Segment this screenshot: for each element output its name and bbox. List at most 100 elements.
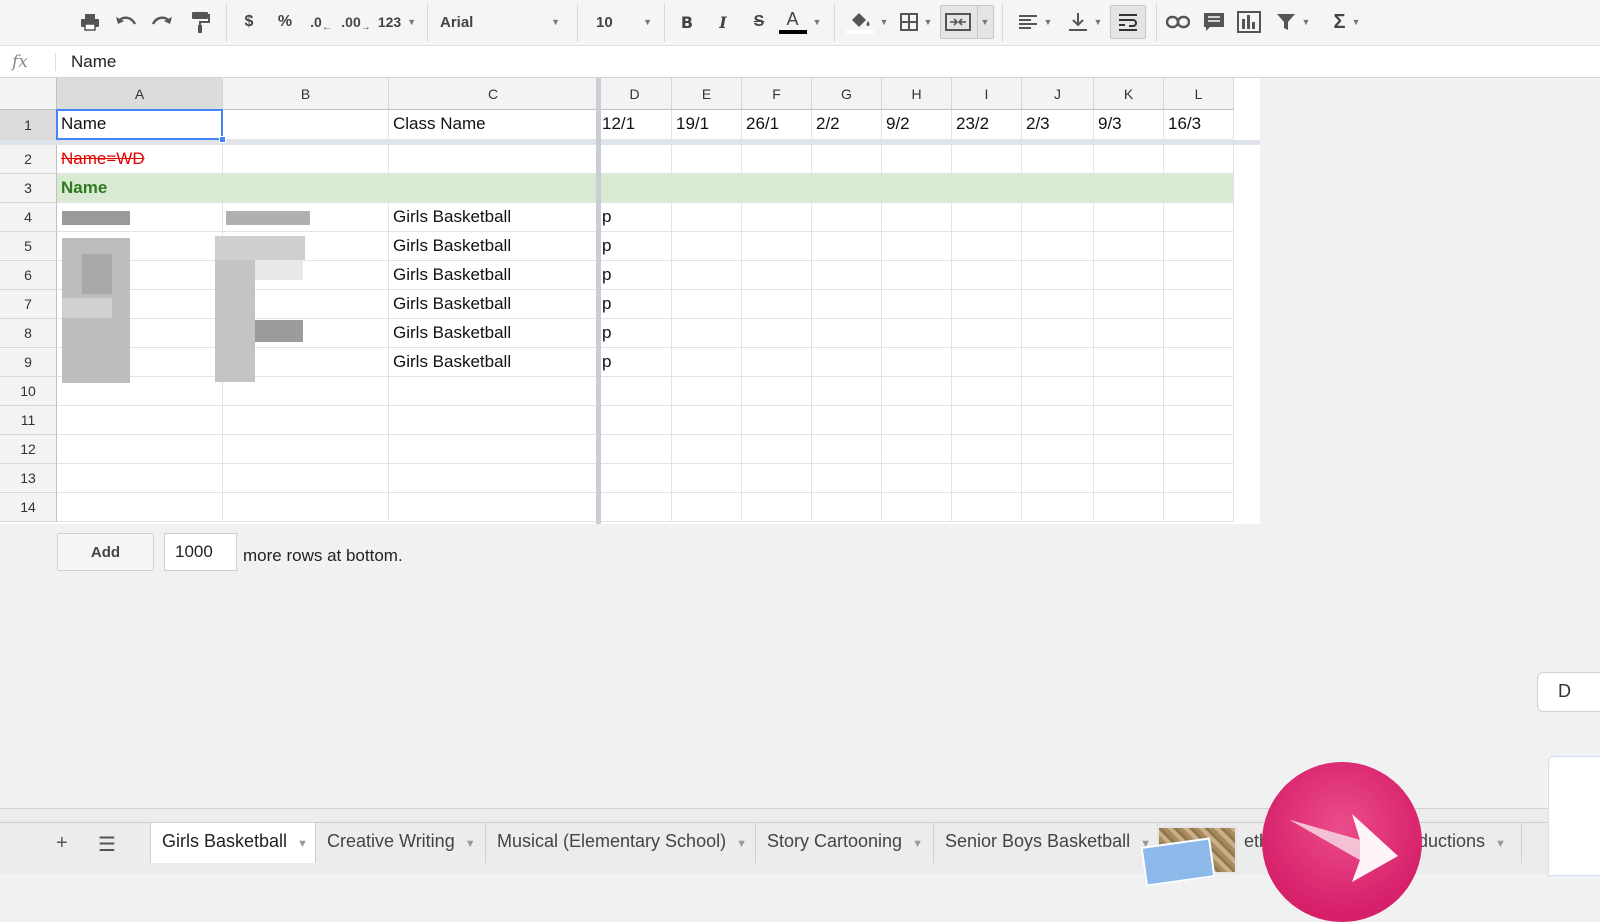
- formula-input[interactable]: Name: [71, 52, 116, 72]
- cell[interactable]: [1164, 145, 1234, 174]
- cell[interactable]: [1094, 232, 1164, 261]
- bold-button[interactable]: B: [676, 6, 698, 38]
- cell[interactable]: [812, 261, 882, 290]
- cell-a2-withdrawn-key[interactable]: Name=WD: [57, 145, 223, 174]
- cell[interactable]: [812, 435, 882, 464]
- cell[interactable]: [952, 377, 1022, 406]
- cell[interactable]: [1094, 377, 1164, 406]
- cell[interactable]: [1164, 348, 1234, 377]
- cell[interactable]: [389, 493, 598, 522]
- cell[interactable]: [882, 406, 952, 435]
- cell[interactable]: [1164, 464, 1234, 493]
- cell[interactable]: [598, 145, 672, 174]
- cell[interactable]: [223, 406, 389, 435]
- cell[interactable]: [742, 493, 812, 522]
- italic-button[interactable]: I: [712, 6, 734, 38]
- column-header-f[interactable]: F: [742, 78, 812, 110]
- cell-date-header[interactable]: 16/3: [1164, 110, 1234, 140]
- cell[interactable]: [742, 319, 812, 348]
- cell[interactable]: [882, 174, 952, 203]
- horizontal-align-button[interactable]: ▼: [1012, 6, 1058, 38]
- cell[interactable]: [57, 464, 223, 493]
- cell[interactable]: [223, 110, 389, 140]
- cell[interactable]: [742, 377, 812, 406]
- cell[interactable]: [389, 464, 598, 493]
- cell[interactable]: [598, 464, 672, 493]
- row-header-1[interactable]: 1: [0, 110, 57, 140]
- cell[interactable]: [57, 435, 223, 464]
- row-header-4[interactable]: 4: [0, 203, 57, 232]
- cell[interactable]: [882, 203, 952, 232]
- cell[interactable]: [1022, 464, 1094, 493]
- cell-class-name[interactable]: Girls Basketball: [389, 261, 598, 290]
- cell[interactable]: [223, 435, 389, 464]
- cell[interactable]: [1094, 493, 1164, 522]
- cell-date-header[interactable]: 19/1: [672, 110, 742, 140]
- cell[interactable]: [1094, 174, 1164, 203]
- column-header-j[interactable]: J: [1022, 78, 1094, 110]
- functions-button[interactable]: Σ ▼: [1326, 6, 1368, 38]
- fill-handle[interactable]: [219, 136, 226, 143]
- cell[interactable]: [672, 261, 742, 290]
- cell[interactable]: [952, 174, 1022, 203]
- cell[interactable]: [1094, 290, 1164, 319]
- cell[interactable]: [1022, 377, 1094, 406]
- cell[interactable]: [1094, 348, 1164, 377]
- cell[interactable]: [223, 145, 389, 174]
- cell[interactable]: [1094, 203, 1164, 232]
- cell[interactable]: [742, 203, 812, 232]
- cell[interactable]: [672, 435, 742, 464]
- cell[interactable]: [812, 377, 882, 406]
- row-header-2[interactable]: 2: [0, 145, 57, 174]
- insert-link-button[interactable]: [1164, 6, 1192, 38]
- cell[interactable]: [812, 348, 882, 377]
- cell[interactable]: [882, 232, 952, 261]
- column-header-a[interactable]: A: [57, 78, 223, 110]
- cell-class-name[interactable]: Girls Basketball: [389, 319, 598, 348]
- cell[interactable]: [742, 261, 812, 290]
- cell[interactable]: [672, 145, 742, 174]
- cell[interactable]: [1164, 319, 1234, 348]
- cell[interactable]: [812, 493, 882, 522]
- cell[interactable]: [812, 406, 882, 435]
- font-size-select[interactable]: 10 ▼: [596, 6, 652, 38]
- row-header-14[interactable]: 14: [0, 493, 57, 522]
- cell[interactable]: [672, 348, 742, 377]
- cell-a3-section[interactable]: Name: [57, 174, 223, 203]
- row-header-5[interactable]: 5: [0, 232, 57, 261]
- cell[interactable]: [1094, 261, 1164, 290]
- decrease-decimals-button[interactable]: .0 ←: [306, 6, 336, 38]
- frozen-row-divider[interactable]: [0, 140, 1260, 145]
- cell[interactable]: [57, 493, 223, 522]
- cell[interactable]: [1164, 261, 1234, 290]
- cell[interactable]: [1164, 406, 1234, 435]
- cell[interactable]: [223, 493, 389, 522]
- cell[interactable]: [1022, 174, 1094, 203]
- cell[interactable]: [389, 174, 598, 203]
- cell[interactable]: [598, 435, 672, 464]
- row-header-9[interactable]: 9: [0, 348, 57, 377]
- cell-date-header[interactable]: 9/3: [1094, 110, 1164, 140]
- cell[interactable]: [952, 435, 1022, 464]
- cell[interactable]: [952, 203, 1022, 232]
- cell[interactable]: [389, 406, 598, 435]
- row-header-6[interactable]: 6: [0, 261, 57, 290]
- rows-count-input[interactable]: [164, 533, 237, 571]
- paint-format-button[interactable]: [186, 6, 214, 38]
- cell[interactable]: [1022, 145, 1094, 174]
- sheet-tab-musical[interactable]: Musical (Elementary School) ▼: [486, 823, 756, 863]
- cell[interactable]: [1022, 319, 1094, 348]
- cell-class-name[interactable]: Girls Basketball: [389, 290, 598, 319]
- increase-decimals-button[interactable]: .00 →: [341, 6, 371, 38]
- cell-c1[interactable]: Class Name: [389, 110, 598, 140]
- cell[interactable]: [1022, 261, 1094, 290]
- cell[interactable]: [812, 145, 882, 174]
- cell[interactable]: [742, 145, 812, 174]
- cell[interactable]: [598, 493, 672, 522]
- cell[interactable]: [672, 377, 742, 406]
- cell-class-name[interactable]: Girls Basketball: [389, 348, 598, 377]
- cell[interactable]: [672, 290, 742, 319]
- column-header-l[interactable]: L: [1164, 78, 1234, 110]
- column-header-g[interactable]: G: [812, 78, 882, 110]
- cell[interactable]: [389, 377, 598, 406]
